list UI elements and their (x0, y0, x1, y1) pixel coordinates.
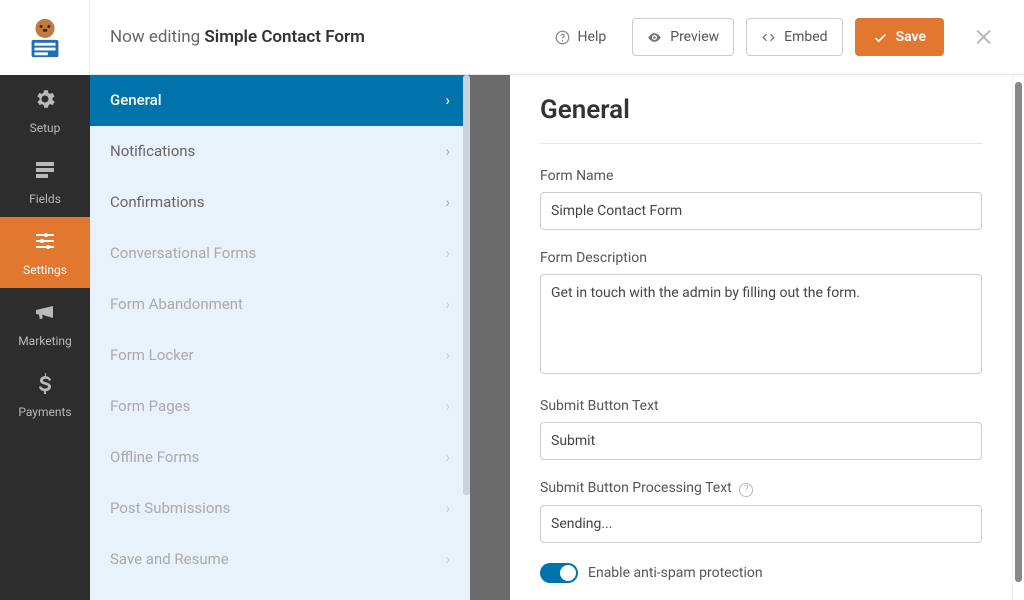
nav-label: Setup (30, 121, 61, 135)
dollar-icon (33, 371, 57, 399)
settings-item-conversational-forms[interactable]: Conversational Forms › (90, 228, 470, 279)
nav-label: Payments (18, 405, 71, 419)
settings-item-form-abandonment[interactable]: Form Abandonment › (90, 279, 470, 330)
scrollbar[interactable] (463, 75, 470, 495)
close-button[interactable] (964, 26, 1004, 48)
form-icon (33, 158, 57, 186)
megaphone-icon (33, 300, 57, 328)
topbar: Now editing Simple Contact Form Help Pre… (90, 0, 1024, 75)
eye-icon (647, 30, 662, 45)
settings-item-notifications[interactable]: Notifications › (90, 126, 470, 177)
preview-button[interactable]: Preview (632, 18, 734, 56)
form-name-input[interactable] (540, 192, 982, 230)
right-edge (1012, 75, 1024, 600)
settings-item-label: Conversational Forms (110, 244, 256, 262)
antispam-toggle[interactable] (540, 563, 578, 583)
chevron-right-icon: › (445, 346, 450, 364)
settings-item-post-submissions[interactable]: Post Submissions › (90, 483, 470, 534)
chevron-right-icon: › (445, 448, 450, 466)
nav-setup[interactable]: Setup (0, 75, 90, 146)
page-title: Now editing Simple Contact Form (110, 27, 529, 47)
close-icon (973, 26, 995, 48)
submit-text-label: Submit Button Text (540, 398, 982, 414)
settings-item-label: Notifications (110, 142, 195, 160)
nav-label: Marketing (18, 334, 72, 348)
nav-label: Fields (29, 192, 61, 206)
chevron-right-icon: › (445, 244, 450, 262)
nav-settings[interactable]: Settings (0, 217, 90, 288)
chevron-right-icon: › (445, 499, 450, 517)
settings-item-label: General (110, 91, 162, 109)
settings-item-general[interactable]: General › (90, 75, 470, 126)
nav-marketing[interactable]: Marketing (0, 288, 90, 359)
help-button[interactable]: Help (541, 18, 621, 56)
chevron-right-icon: › (445, 550, 450, 568)
help-icon (555, 30, 570, 45)
settings-item-label: Form Abandonment (110, 295, 243, 313)
embed-button[interactable]: Embed (746, 18, 842, 56)
submit-processing-input[interactable] (540, 505, 982, 543)
gutter (470, 75, 510, 600)
help-icon[interactable]: ? (739, 483, 753, 497)
settings-item-label: Form Pages (110, 397, 190, 415)
sliders-icon (33, 229, 57, 257)
check-icon (873, 30, 888, 45)
wpforms-logo-icon (20, 13, 70, 63)
nav-label: Settings (23, 263, 67, 277)
form-name-label: Form Name (540, 168, 982, 184)
left-nav: Setup Fields Settings Marketing Payments (0, 0, 90, 600)
chevron-right-icon: › (445, 295, 450, 313)
settings-item-form-pages[interactable]: Form Pages › (90, 381, 470, 432)
panel-heading: General (540, 95, 982, 144)
settings-item-label: Form Locker (110, 346, 194, 364)
settings-item-offline-forms[interactable]: Offline Forms › (90, 432, 470, 483)
save-button[interactable]: Save (855, 18, 944, 56)
settings-panel: General Form Name Form Description Submi… (510, 75, 1012, 600)
chevron-right-icon: › (445, 142, 450, 160)
chevron-right-icon: › (445, 397, 450, 415)
form-desc-label: Form Description (540, 250, 982, 266)
settings-item-confirmations[interactable]: Confirmations › (90, 177, 470, 228)
nav-fields[interactable]: Fields (0, 146, 90, 217)
logo (0, 0, 90, 75)
settings-item-label: Save and Resume (110, 550, 229, 568)
panel-scrollbar[interactable] (1015, 82, 1022, 582)
gear-icon (33, 87, 57, 115)
settings-item-label: Post Submissions (110, 499, 230, 517)
code-icon (761, 30, 776, 45)
settings-item-save-and-resume[interactable]: Save and Resume › (90, 534, 470, 585)
nav-payments[interactable]: Payments (0, 359, 90, 430)
submit-processing-label: Submit Button Processing Text ? (540, 480, 982, 497)
settings-item-label: Confirmations (110, 193, 204, 211)
form-desc-input[interactable] (540, 274, 982, 374)
chevron-right-icon: › (445, 91, 450, 109)
settings-menu: General›Notifications›Confirmations›Conv… (90, 75, 470, 600)
antispam-label: Enable anti-spam protection (588, 565, 763, 581)
settings-item-label: Offline Forms (110, 448, 199, 466)
settings-item-form-locker[interactable]: Form Locker › (90, 330, 470, 381)
submit-text-input[interactable] (540, 422, 982, 460)
chevron-right-icon: › (445, 193, 450, 211)
